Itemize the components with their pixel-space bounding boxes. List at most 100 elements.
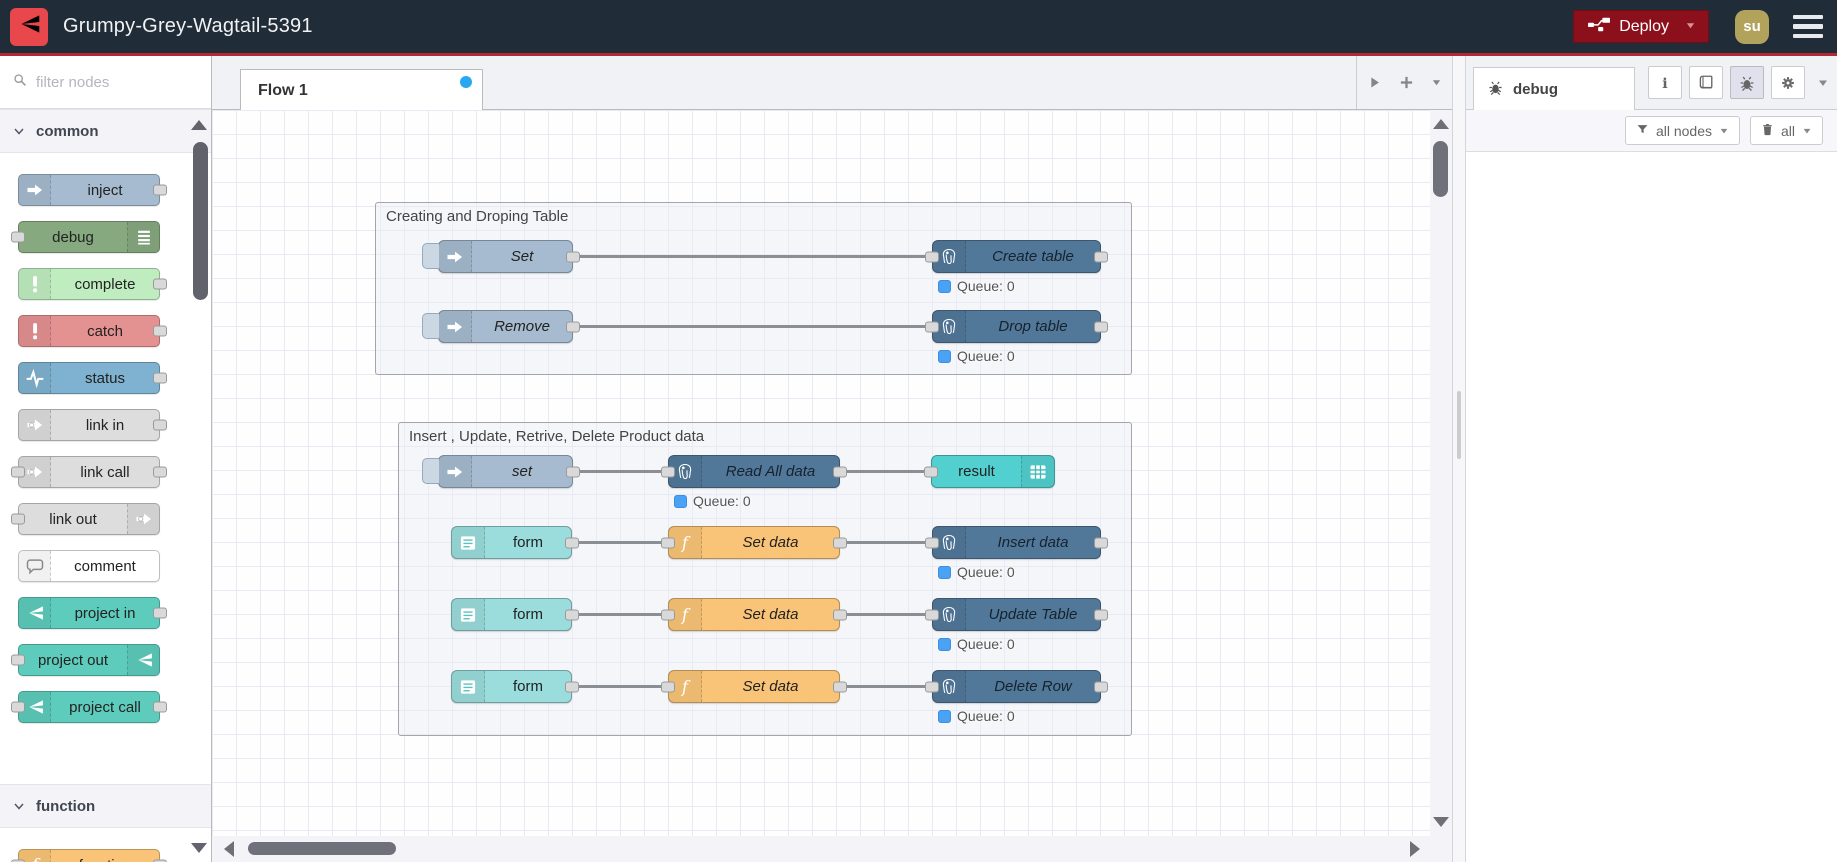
- flow-node-update-table[interactable]: Update Table: [925, 598, 1108, 631]
- input-port[interactable]: [661, 609, 675, 620]
- sidebar-options-caret[interactable]: [1817, 76, 1829, 94]
- flow-node-create-table[interactable]: Create table: [925, 240, 1108, 273]
- output-port[interactable]: [1094, 321, 1108, 332]
- output-port[interactable]: [153, 372, 167, 384]
- output-port[interactable]: [833, 609, 847, 620]
- flow-node-set[interactable]: Set: [422, 240, 580, 273]
- palette-node-comment[interactable]: comment: [18, 550, 160, 582]
- sidebar-tab-debug[interactable]: debug: [1473, 67, 1635, 110]
- palette-scrollbar-thumb[interactable]: [193, 142, 208, 300]
- palette-node-project-call[interactable]: project call: [11, 691, 167, 723]
- flow-node-result[interactable]: result: [924, 455, 1055, 488]
- input-port[interactable]: [925, 681, 939, 692]
- deploy-options-caret[interactable]: [1681, 18, 1708, 36]
- palette-category-common[interactable]: common: [0, 109, 211, 153]
- input-port[interactable]: [925, 321, 939, 332]
- output-port[interactable]: [565, 681, 579, 692]
- add-flow-icon[interactable]: [1399, 75, 1414, 90]
- canvas-scroll-up[interactable]: [1433, 119, 1449, 129]
- inject-button[interactable]: [422, 458, 439, 484]
- open-flow-icon[interactable]: [1367, 75, 1382, 90]
- canvas-scroll-left[interactable]: [224, 841, 234, 857]
- debug-clear-button[interactable]: all: [1749, 116, 1823, 145]
- output-port[interactable]: [566, 251, 580, 262]
- palette-scroll-down[interactable]: [191, 843, 207, 853]
- output-port[interactable]: [833, 681, 847, 692]
- palette-node-inject[interactable]: inject: [18, 174, 167, 206]
- palette-node-link-out[interactable]: link out: [11, 503, 160, 535]
- input-port[interactable]: [661, 466, 675, 477]
- input-port[interactable]: [661, 537, 675, 548]
- canvas-vscroll-thumb[interactable]: [1433, 141, 1448, 197]
- sidebar-tool-settings[interactable]: [1771, 66, 1805, 99]
- output-port[interactable]: [153, 184, 167, 196]
- wire[interactable]: [572, 613, 668, 616]
- input-port[interactable]: [11, 513, 25, 525]
- output-port[interactable]: [1094, 537, 1108, 548]
- palette-node-debug[interactable]: debug: [11, 221, 160, 253]
- output-port[interactable]: [1094, 251, 1108, 262]
- output-port[interactable]: [833, 537, 847, 548]
- output-port[interactable]: [566, 321, 580, 332]
- palette-scroll-up[interactable]: [191, 120, 207, 130]
- inject-button[interactable]: [422, 243, 439, 269]
- flow-canvas[interactable]: Creating and Droping Table Insert , Updat…: [212, 110, 1430, 836]
- wire[interactable]: [840, 470, 931, 473]
- debug-filter-button[interactable]: all nodes: [1624, 116, 1740, 145]
- flow-node-set[interactable]: set: [422, 455, 580, 488]
- output-port[interactable]: [153, 325, 167, 337]
- wire[interactable]: [573, 325, 932, 328]
- input-port[interactable]: [11, 466, 25, 478]
- output-port[interactable]: [565, 609, 579, 620]
- flow-node-set-data[interactable]: f Set data: [661, 526, 847, 559]
- flow-node-set-data[interactable]: f Set data: [661, 598, 847, 631]
- sidebar-tool-help[interactable]: [1689, 66, 1723, 99]
- inject-button[interactable]: [422, 313, 439, 339]
- wire[interactable]: [840, 613, 932, 616]
- flow-node-drop-table[interactable]: Drop table: [925, 310, 1108, 343]
- wire[interactable]: [840, 685, 932, 688]
- output-port[interactable]: [153, 701, 167, 713]
- output-port[interactable]: [153, 607, 167, 619]
- output-port[interactable]: [153, 466, 167, 478]
- input-port[interactable]: [11, 231, 25, 243]
- output-port[interactable]: [1094, 609, 1108, 620]
- palette-node-complete[interactable]: complete: [18, 268, 167, 300]
- canvas-hscroll-thumb[interactable]: [248, 842, 396, 855]
- sidebar-tool-info[interactable]: i: [1648, 66, 1682, 99]
- palette-node-project-out[interactable]: project out: [11, 644, 160, 676]
- wire[interactable]: [573, 255, 932, 258]
- wire[interactable]: [572, 685, 668, 688]
- canvas-scroll-right[interactable]: [1410, 841, 1420, 857]
- tab-flow-1[interactable]: Flow 1: [240, 69, 483, 111]
- output-port[interactable]: [833, 466, 847, 477]
- flow-node-set-data[interactable]: f Set data: [661, 670, 847, 703]
- flow-group[interactable]: Creating and Droping Table: [375, 202, 1132, 375]
- input-port[interactable]: [925, 609, 939, 620]
- flow-node-read-all-data[interactable]: Read All data: [661, 455, 847, 488]
- wire[interactable]: [572, 541, 668, 544]
- input-port[interactable]: [661, 681, 675, 692]
- wire[interactable]: [573, 470, 668, 473]
- palette-node-status[interactable]: status: [18, 362, 167, 394]
- output-port[interactable]: [153, 419, 167, 431]
- output-port[interactable]: [566, 466, 580, 477]
- main-menu-icon[interactable]: [1793, 14, 1823, 39]
- input-port[interactable]: [11, 654, 25, 666]
- palette-node-link-call[interactable]: link call: [11, 456, 167, 488]
- flow-node-delete-row[interactable]: Delete Row: [925, 670, 1108, 703]
- flow-node-insert-data[interactable]: Insert data: [925, 526, 1108, 559]
- palette-node-catch[interactable]: catch: [18, 315, 167, 347]
- user-avatar[interactable]: su: [1735, 9, 1769, 44]
- input-port[interactable]: [11, 701, 25, 713]
- palette-node-link-in[interactable]: link in: [18, 409, 167, 441]
- flow-node-form[interactable]: form: [451, 526, 579, 559]
- palette-node-project-in[interactable]: project in: [18, 597, 167, 629]
- deploy-button[interactable]: Deploy: [1573, 10, 1709, 43]
- input-port[interactable]: [925, 537, 939, 548]
- flow-node-form[interactable]: form: [451, 598, 579, 631]
- sidebar-tool-debug[interactable]: [1730, 66, 1764, 99]
- wire[interactable]: [840, 541, 932, 544]
- sidebar-splitter[interactable]: [1452, 56, 1466, 862]
- flow-node-remove[interactable]: Remove: [422, 310, 580, 343]
